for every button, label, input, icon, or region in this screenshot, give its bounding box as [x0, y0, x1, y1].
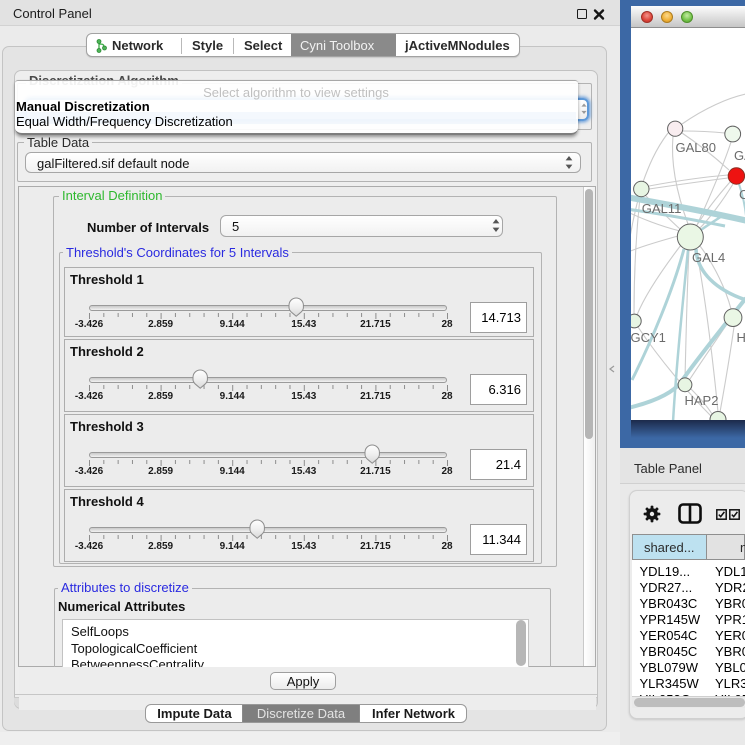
svg-text:CY: CY	[739, 187, 745, 202]
svg-text:GAL11: GAL11	[642, 201, 682, 216]
svg-text:HAP2: HAP2	[685, 393, 719, 408]
svg-text:GCY1: GCY1	[631, 330, 666, 345]
svg-text:GAL: GAL	[734, 148, 745, 163]
svg-text:GAL80: GAL80	[676, 140, 716, 155]
svg-text:HIS: HIS	[737, 330, 745, 345]
svg-text:GAL4: GAL4	[692, 250, 725, 265]
